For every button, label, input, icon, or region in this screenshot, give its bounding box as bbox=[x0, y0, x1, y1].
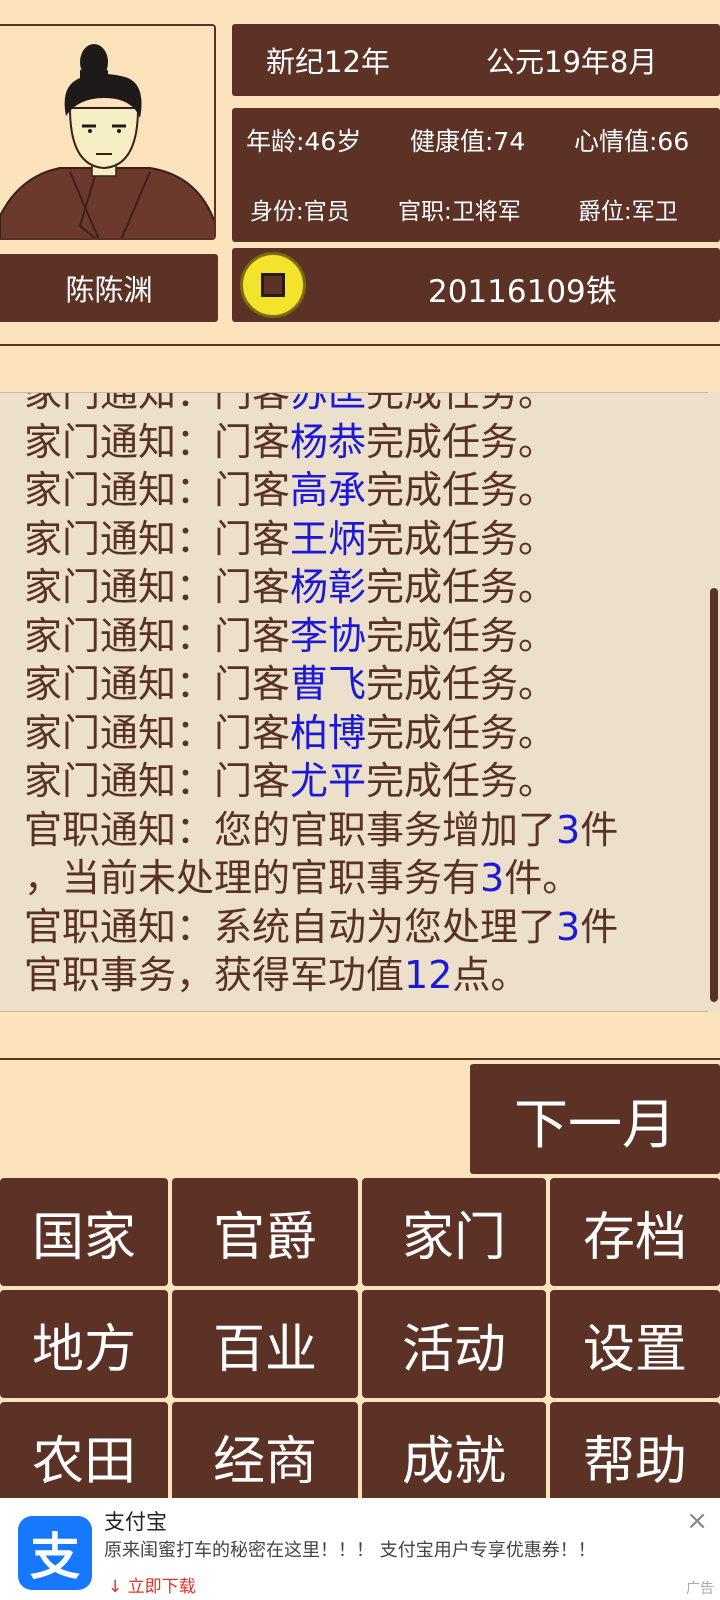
menu-button-local[interactable]: 地方 bbox=[0, 1290, 168, 1398]
log-highlight: 12 bbox=[404, 953, 453, 997]
mood-stat: 心情值:66 bbox=[574, 127, 690, 156]
log-scroll-thumb[interactable] bbox=[710, 588, 718, 1002]
log-text: 完成任务。 bbox=[366, 565, 557, 609]
menu-button-industry[interactable]: 百业 bbox=[172, 1290, 358, 1398]
log-highlight: 杨彰 bbox=[290, 565, 367, 609]
log-highlight: 杨恭 bbox=[290, 419, 367, 464]
log-highlight: 王炳 bbox=[290, 516, 367, 561]
health-stat: 健康值:74 bbox=[410, 127, 526, 156]
menu-button-rank[interactable]: 官爵 bbox=[172, 1178, 358, 1286]
message-log-content: 家门通知：门客苏匡完成任务。 家门通知：门客杨恭完成任务。 家门通知：门客高承完成任… bbox=[24, 392, 694, 1000]
log-line: 家门通知：门客高承完成任务。 bbox=[24, 466, 694, 515]
log-line: 家门通知：门客曹飞完成任务。 bbox=[24, 660, 694, 709]
log-text: 家门通知：门客 bbox=[24, 613, 291, 658]
log-text: 完成任务。 bbox=[366, 613, 557, 658]
menu-button-save[interactable]: 存档 bbox=[550, 1178, 720, 1286]
log-line: 家门通知：门客尤平完成任务。 bbox=[24, 757, 694, 806]
log-text: 件。 bbox=[504, 856, 581, 900]
divider bbox=[0, 344, 720, 346]
date-bar: 新纪12年 公元19年8月 bbox=[232, 24, 720, 96]
log-text: 家门通知：门客 bbox=[24, 468, 291, 512]
close-icon[interactable]: × bbox=[686, 1506, 708, 1536]
money-amount: 20116109铢 bbox=[428, 274, 617, 310]
log-highlight: 曹飞 bbox=[290, 662, 367, 706]
log-line: 官职事务，获得军功值12点。 bbox=[24, 951, 694, 1000]
coin-icon bbox=[240, 252, 306, 318]
log-line: 官职通知：系统自动为您处理了3件 bbox=[24, 903, 694, 952]
office-stat: 官职:卫将军 bbox=[398, 199, 521, 225]
log-highlight: 苏匡 bbox=[290, 392, 367, 415]
log-highlight: 3 bbox=[480, 856, 505, 900]
log-text: 官职通知：系统自动为您处理了 bbox=[24, 904, 557, 949]
log-line: 家门通知：门客王炳完成任务。 bbox=[24, 515, 694, 564]
next-month-button[interactable]: 下一月 bbox=[470, 1064, 720, 1174]
money-bar: 20116109铢 bbox=[232, 248, 720, 322]
log-text: 件 bbox=[580, 904, 619, 949]
log-text: 家门通知：门客 bbox=[24, 419, 291, 464]
ad-text: 原来闺蜜打车的秘密在这里！！！ 支付宝用户专享优惠券！！ bbox=[104, 1540, 596, 1561]
log-text: 完成任务。 bbox=[366, 392, 557, 415]
log-text: 家门通知：门客 bbox=[24, 710, 291, 755]
menu-button-country[interactable]: 国家 bbox=[0, 1178, 168, 1286]
log-text: 完成任务。 bbox=[366, 516, 557, 561]
portrait-image bbox=[0, 26, 214, 238]
rank-stat: 爵位:军卫 bbox=[578, 199, 678, 225]
identity-stat: 身份:官员 bbox=[250, 199, 350, 225]
ad-download-link[interactable]: ↓ 立即下载 bbox=[108, 1572, 196, 1597]
menu-button-activity[interactable]: 活动 bbox=[362, 1290, 546, 1398]
log-text: 官职事务，获得军功值 bbox=[24, 953, 405, 997]
log-highlight: 高承 bbox=[290, 468, 367, 512]
menu-button-achievement[interactable]: 成就 bbox=[362, 1402, 546, 1510]
ad-tag: 广告 bbox=[686, 1581, 714, 1597]
stats-panel: 年龄:46岁 健康值:74 心情值:66 身份:官员 官职:卫将军 爵位:军卫 bbox=[232, 108, 720, 242]
log-text: 完成任务。 bbox=[366, 759, 557, 803]
log-scrollbar[interactable] bbox=[708, 392, 720, 1012]
log-highlight: 3 bbox=[556, 807, 581, 852]
log-text: 完成任务。 bbox=[366, 662, 557, 706]
ad-download-label: 立即下载 bbox=[127, 1577, 196, 1597]
log-text: 家门通知：门客 bbox=[24, 662, 291, 706]
log-line: 家门通知：门客苏匡完成任务。 bbox=[24, 392, 694, 418]
log-text: 家门通知：门客 bbox=[24, 759, 291, 803]
era-date: 新纪12年 bbox=[266, 45, 390, 79]
log-highlight: 柏博 bbox=[290, 710, 367, 755]
age-stat: 年龄:46岁 bbox=[246, 127, 362, 156]
menu-button-help[interactable]: 帮助 bbox=[550, 1402, 720, 1510]
log-line: 官职通知：您的官职事务增加了3件 bbox=[24, 806, 694, 855]
log-line: 家门通知：门客柏博完成任务。 bbox=[24, 709, 694, 758]
log-highlight: 李协 bbox=[290, 613, 367, 658]
log-highlight: 尤平 bbox=[290, 759, 367, 803]
alipay-logo: 支 bbox=[18, 1516, 92, 1590]
menu-button-trade[interactable]: 经商 bbox=[172, 1402, 358, 1510]
ad-title: 支付宝 bbox=[104, 1510, 167, 1534]
log-text: 完成任务。 bbox=[366, 710, 557, 755]
gregorian-date: 公元19年8月 bbox=[486, 45, 658, 79]
log-text: ，当前未处理的官职事务有 bbox=[24, 856, 481, 900]
log-text: 完成任务。 bbox=[366, 419, 557, 464]
log-line: ，当前未处理的官职事务有3件。 bbox=[24, 854, 694, 903]
player-name[interactable]: 陈陈渊 bbox=[0, 254, 218, 322]
log-line: 家门通知：门客杨彰完成任务。 bbox=[24, 563, 694, 612]
ad-banner[interactable]: 支 支付宝 原来闺蜜打车的秘密在这里！！！ 支付宝用户专享优惠券！！ ↓ 立即下… bbox=[0, 1498, 720, 1600]
log-text: 家门通知：门客 bbox=[24, 392, 291, 415]
log-line: 家门通知：门客李协完成任务。 bbox=[24, 612, 694, 661]
log-text: 点。 bbox=[452, 953, 529, 997]
log-text: 完成任务。 bbox=[366, 468, 557, 512]
message-log[interactable]: 家门通知：门客苏匡完成任务。 家门通知：门客杨恭完成任务。 家门通知：门客高承完成任… bbox=[0, 392, 720, 1012]
menu-button-farm[interactable]: 农田 bbox=[0, 1402, 168, 1510]
divider bbox=[0, 1058, 720, 1060]
log-text: 家门通知：门客 bbox=[24, 565, 291, 609]
log-text: 官职通知：您的官职事务增加了 bbox=[24, 807, 557, 852]
menu-button-family[interactable]: 家门 bbox=[362, 1178, 546, 1286]
menu-button-settings[interactable]: 设置 bbox=[550, 1290, 720, 1398]
character-portrait[interactable] bbox=[0, 24, 216, 240]
log-line: 家门通知：门客杨恭完成任务。 bbox=[24, 418, 694, 467]
log-text: 家门通知：门客 bbox=[24, 516, 291, 561]
log-text: 件 bbox=[580, 807, 619, 852]
log-highlight: 3 bbox=[556, 904, 581, 949]
